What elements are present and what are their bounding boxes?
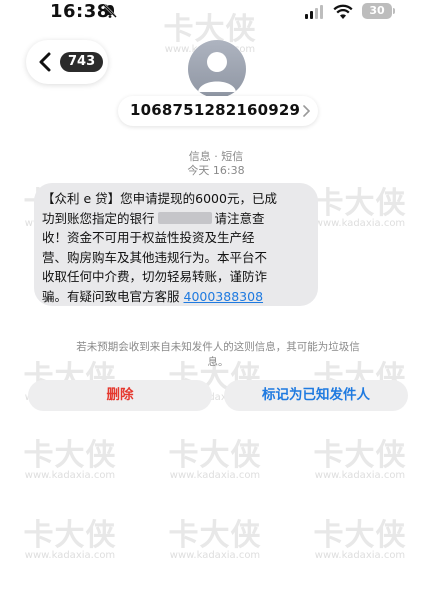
message-line: 收！资金不可用于权益性投资及生产经 bbox=[42, 230, 255, 245]
watermark: 卡大侠www.kadaxia.com bbox=[145, 430, 285, 481]
phone-number-link[interactable]: 4000388308 bbox=[184, 289, 264, 304]
mark-known-sender-button[interactable]: 标记为已知发件人 bbox=[224, 380, 408, 411]
battery-cap bbox=[393, 8, 395, 14]
watermark-url: www.kadaxia.com bbox=[169, 470, 261, 481]
watermark-logo: 卡大侠 bbox=[23, 518, 117, 553]
watermark-logo: 卡大侠 bbox=[168, 518, 262, 553]
watermark: 卡大侠www.kadaxia.com bbox=[0, 430, 140, 481]
person-icon bbox=[198, 52, 236, 92]
redacted-bank-name bbox=[157, 211, 212, 224]
message-bubble[interactable]: 【众利 e 贷】您申请提现的6000元，已成 功到账您指定的银行 请注意查 收！资… bbox=[34, 183, 318, 306]
chevron-right-icon bbox=[303, 105, 310, 117]
watermark: 卡大侠www.kadaxia.com bbox=[145, 510, 285, 561]
message-line: 骗。有疑问致电官方客服 4000388308 bbox=[42, 287, 310, 307]
message-timestamp: 今天 16:38 bbox=[187, 164, 245, 177]
message-line: 营、购房购车及其他违规行为。本平台不 bbox=[42, 249, 268, 265]
status-time: 16:38 bbox=[50, 1, 110, 22]
cellular-signal-icon bbox=[305, 5, 323, 19]
message-text: 功到账您指定的银行 bbox=[42, 210, 155, 226]
watermark-logo: 卡大侠 bbox=[23, 438, 117, 473]
message-text: 骗。有疑问致电官方客服 bbox=[42, 288, 180, 304]
wifi-icon bbox=[333, 4, 353, 19]
watermark-url: www.kadaxia.com bbox=[314, 470, 406, 481]
message-line: 功到账您指定的银行 请注意查 bbox=[42, 209, 310, 229]
message-text: 请注意查 bbox=[214, 210, 265, 226]
delete-button[interactable]: 删除 bbox=[28, 380, 212, 411]
contact-avatar[interactable] bbox=[188, 40, 246, 98]
sender-number: 1068751282160929 bbox=[130, 101, 301, 119]
battery-indicator: 30 bbox=[362, 3, 392, 19]
watermark-logo: 卡大侠 bbox=[313, 518, 407, 553]
unread-count-badge: 743 bbox=[60, 52, 104, 72]
chevron-left-icon bbox=[39, 52, 51, 72]
sender-details-button[interactable]: 1068751282160929 bbox=[118, 96, 318, 126]
watermark: 卡大侠www.kadaxia.com bbox=[0, 510, 140, 561]
watermark: 卡大侠www.kadaxia.com bbox=[290, 430, 430, 481]
back-button[interactable]: 743 bbox=[26, 40, 108, 84]
watermark-url: www.kadaxia.com bbox=[24, 550, 116, 561]
message-line: 收取任何中介费，切勿轻易转账，谨防诈 bbox=[42, 269, 268, 284]
watermark-logo: 卡大侠 bbox=[313, 438, 407, 473]
watermark-url: www.kadaxia.com bbox=[314, 550, 406, 561]
watermark-url: www.kadaxia.com bbox=[169, 550, 261, 561]
message-line: 【众利 e 贷】您申请提现的6000元，已成 bbox=[42, 191, 277, 206]
status-bar: 16:38 30 bbox=[0, 0, 432, 26]
watermark-logo: 卡大侠 bbox=[168, 438, 262, 473]
watermark: 卡大侠www.kadaxia.com bbox=[290, 510, 430, 561]
junk-notice: 若未预期会收到来自未知发件人的这则信息，其可能为垃圾信息。 bbox=[76, 341, 360, 368]
watermark-url: www.kadaxia.com bbox=[24, 470, 116, 481]
bell-muted-icon bbox=[103, 4, 117, 18]
